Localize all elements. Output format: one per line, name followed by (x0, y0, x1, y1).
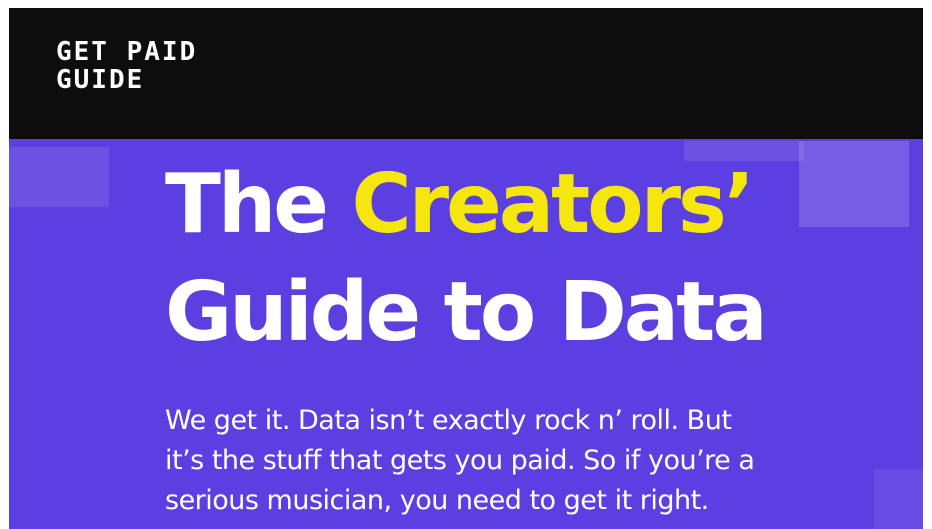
lead-line-3: serious musician, you need to get it rig… (165, 485, 709, 516)
intro-paragraph: We get it. Data isn’t exactly rock n’ ro… (165, 401, 865, 521)
site-header: GET PAID GUIDE (9, 8, 923, 139)
decorative-square (9, 147, 109, 207)
decorative-square (799, 141, 909, 227)
title-accent: Creators’ (351, 157, 754, 252)
title-line-1: The Creators’ (165, 151, 765, 259)
page-title: The Creators’ Guide to Data (165, 151, 768, 367)
decorative-square (874, 469, 923, 529)
title-line-2: Guide to Data (165, 265, 768, 360)
lead-line-1: We get it. Data isn’t exactly rock n’ ro… (165, 405, 732, 436)
get-paid-guide-logo[interactable]: GET PAID GUIDE (56, 38, 197, 94)
hero-banner: The Creators’ Guide to Data We get it. D… (9, 139, 923, 529)
title-part-1: The (165, 157, 352, 252)
logo-line-2: GUIDE (56, 65, 145, 95)
lead-line-2: it’s the stuff that gets you paid. So if… (165, 445, 755, 476)
page-frame: GET PAID GUIDE The Creators’ Guide to Da… (9, 8, 923, 529)
logo-line-1: GET PAID (56, 37, 198, 67)
